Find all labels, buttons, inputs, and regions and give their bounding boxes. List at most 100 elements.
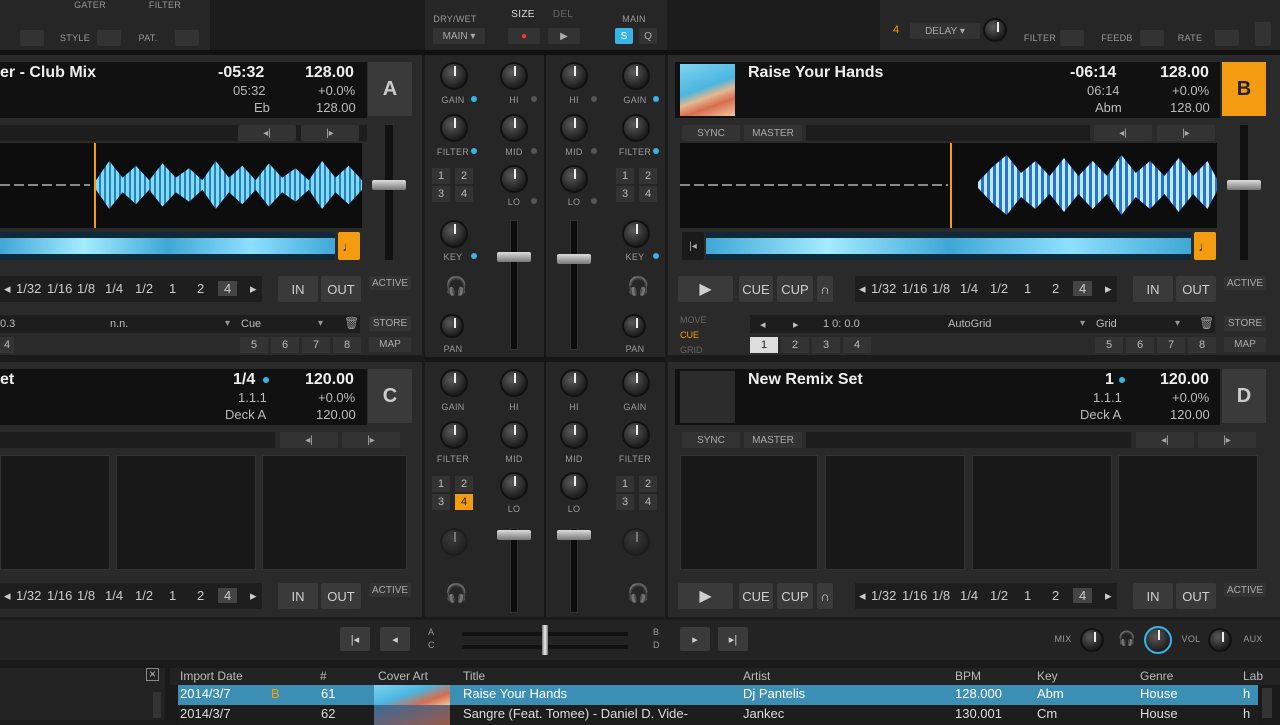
channel-fader-track-d[interactable] bbox=[570, 528, 578, 613]
deck-d-loop-1-2[interactable]: 1/2 bbox=[990, 588, 1008, 603]
channel-fader-b[interactable] bbox=[557, 254, 591, 264]
deck-b-in-button[interactable]: IN bbox=[1133, 276, 1173, 302]
deck-a-out-button[interactable]: OUT bbox=[321, 276, 361, 302]
deck-a-next-beat[interactable]: |▸ bbox=[301, 125, 359, 141]
col-cover-art[interactable]: Cover Art bbox=[378, 669, 428, 683]
fx-dry-wet-knob[interactable] bbox=[983, 18, 1007, 42]
deck-d-letter[interactable]: D bbox=[1222, 369, 1266, 423]
col-genre[interactable]: Genre bbox=[1140, 669, 1173, 683]
deck-a-overview[interactable] bbox=[0, 232, 335, 260]
fx-assign-a-2[interactable]: 2 bbox=[455, 168, 473, 184]
deck-b-loop-1-32[interactable]: 1/32 bbox=[871, 281, 896, 296]
seek-end-right-button[interactable]: ▸| bbox=[718, 627, 748, 651]
hi-knob-1[interactable] bbox=[500, 62, 528, 90]
deck-b-grid[interactable]: Grid bbox=[1096, 318, 1117, 330]
key-knob-a[interactable] bbox=[440, 220, 468, 248]
deck-c-in-button[interactable]: IN bbox=[278, 583, 318, 609]
cue-vol-knob[interactable] bbox=[1144, 626, 1172, 654]
col-key[interactable]: Key bbox=[1037, 669, 1058, 683]
channel-fader-c[interactable] bbox=[497, 530, 531, 540]
deck-c-loop-1-2[interactable]: 1/2 bbox=[135, 588, 153, 603]
deck-d-play-button[interactable]: ▶ bbox=[678, 583, 733, 609]
xfader-assign-d[interactable]: D bbox=[653, 640, 660, 650]
deck-b-hotcue-3[interactable]: 3 bbox=[812, 337, 840, 353]
s-button[interactable]: S bbox=[615, 28, 633, 44]
deck-d-cue-button[interactable]: CUE bbox=[739, 583, 773, 609]
deck-b-cue-next[interactable]: ▸ bbox=[793, 318, 799, 331]
lo-knob-4[interactable] bbox=[560, 472, 588, 500]
deck-c-loop-1-4[interactable]: 1/4 bbox=[105, 588, 123, 603]
deck-c-loop-1-8[interactable]: 1/8 bbox=[77, 588, 95, 603]
deck-b-loop-1-16[interactable]: 1/16 bbox=[902, 281, 927, 296]
deck-c-loop-2[interactable]: 2 bbox=[197, 588, 204, 603]
key-knob-d[interactable] bbox=[622, 528, 650, 556]
record-button[interactable]: ● bbox=[508, 28, 540, 44]
deck-c-slot-3[interactable] bbox=[262, 455, 407, 570]
deck-b-tab-grid[interactable]: GRID bbox=[680, 345, 703, 355]
deck-c-loop-1-32[interactable]: 1/32 bbox=[16, 588, 41, 603]
col-bpm[interactable]: BPM bbox=[955, 669, 981, 683]
deck-a-keylock[interactable]: ♩ bbox=[338, 232, 360, 260]
filter-knob-c[interactable] bbox=[440, 421, 468, 449]
deck-a-active-button[interactable]: ACTIVE bbox=[369, 276, 411, 290]
col-number[interactable]: # bbox=[320, 669, 327, 683]
deck-a-loop-1-2[interactable]: 1/2 bbox=[135, 281, 153, 296]
deck-a-cue-type[interactable]: Cue bbox=[241, 318, 261, 330]
mid-knob-3[interactable] bbox=[500, 421, 528, 449]
deck-b-loop-1-8[interactable]: 1/8 bbox=[932, 281, 950, 296]
mix-knob[interactable] bbox=[1080, 628, 1104, 652]
fx-assign-b-4[interactable]: 4 bbox=[639, 186, 657, 202]
deck-a-delete-cue-icon[interactable]: 🗑 bbox=[344, 316, 359, 330]
deck-c-prev-beat[interactable]: ◂| bbox=[280, 432, 338, 448]
deck-a-loop-1-8[interactable]: 1/8 bbox=[77, 281, 95, 296]
browser-sidebar-scrollbar[interactable] bbox=[153, 692, 161, 718]
deck-d-out-button[interactable]: OUT bbox=[1176, 583, 1216, 609]
fx-right-btn-1[interactable] bbox=[1060, 30, 1084, 46]
lo-knob-2[interactable] bbox=[560, 165, 588, 193]
deck-d-in-button[interactable]: IN bbox=[1133, 583, 1173, 609]
gain-knob-b[interactable] bbox=[622, 62, 650, 90]
deck-b-loop-1-2[interactable]: 1/2 bbox=[990, 281, 1008, 296]
deck-b-overview[interactable] bbox=[706, 232, 1191, 260]
deck-d-loop-1-32[interactable]: 1/32 bbox=[871, 588, 896, 603]
deck-a-in-button[interactable]: IN bbox=[278, 276, 318, 302]
xfader-assign-c[interactable]: C bbox=[428, 640, 435, 650]
deck-a-cue-name-dropdown-icon[interactable]: ▾ bbox=[225, 318, 230, 329]
deck-b-play-button[interactable]: ▶ bbox=[678, 276, 733, 302]
deck-b-master-button[interactable]: MASTER bbox=[744, 125, 802, 141]
deck-d-slot-4[interactable] bbox=[1118, 455, 1258, 570]
deck-a-cue-type-dropdown-icon[interactable]: ▾ bbox=[318, 318, 323, 329]
deck-a-loop-1-32[interactable]: 1/32 bbox=[16, 281, 41, 296]
fx-assign-c-2[interactable]: 2 bbox=[455, 476, 473, 492]
deck-b-grid-dropdown-icon[interactable]: ▾ bbox=[1175, 318, 1180, 329]
deck-b-autogrid-dropdown-icon[interactable]: ▾ bbox=[1080, 318, 1085, 329]
deck-d-master-button[interactable]: MASTER bbox=[744, 432, 802, 448]
table-row[interactable]: 2014/3/7 B 61 Raise Your Hands Dj Pantel… bbox=[178, 685, 1258, 705]
headphone-cue-icon-b[interactable]: 🎧 bbox=[627, 276, 649, 297]
browser-close-icon[interactable]: × bbox=[146, 668, 160, 681]
gain-knob-a[interactable] bbox=[440, 62, 468, 90]
deck-c-loop-4[interactable]: 4 bbox=[218, 588, 238, 603]
mid-knob-1[interactable] bbox=[500, 114, 528, 142]
deck-d-sync-button[interactable]: SYNC bbox=[682, 432, 740, 448]
fx-assign-c-3[interactable]: 3 bbox=[432, 494, 450, 510]
deck-b-hotcue-5[interactable]: 5 bbox=[1095, 337, 1123, 353]
deck-a-loop-1-4[interactable]: 1/4 bbox=[105, 281, 123, 296]
channel-fader-a[interactable] bbox=[497, 252, 531, 262]
deck-c-slot-2[interactable] bbox=[116, 455, 256, 570]
fx-assign-b-3[interactable]: 3 bbox=[616, 186, 634, 202]
deck-b-autogrid[interactable]: AutoGrid bbox=[948, 318, 991, 330]
deck-b-cue-button[interactable]: CUE bbox=[739, 276, 773, 302]
lo-knob-1[interactable] bbox=[500, 165, 528, 193]
deck-b-hotcue-6[interactable]: 6 bbox=[1126, 337, 1154, 353]
deck-a-prev-beat[interactable]: ◂| bbox=[238, 125, 296, 141]
deck-d-flux-button[interactable]: ∩ bbox=[817, 583, 833, 609]
deck-b-overview-start[interactable]: |◂ bbox=[682, 232, 704, 260]
deck-a-loop-1[interactable]: 1 bbox=[169, 281, 176, 296]
deck-c-active-button[interactable]: ACTIVE bbox=[369, 583, 411, 597]
aux-knob[interactable] bbox=[1208, 628, 1232, 652]
hi-knob-4[interactable] bbox=[560, 369, 588, 397]
fx-assign-d-1[interactable]: 1 bbox=[616, 476, 634, 492]
deck-b-loop-1[interactable]: 1 bbox=[1024, 281, 1031, 296]
mid-knob-4[interactable] bbox=[560, 421, 588, 449]
